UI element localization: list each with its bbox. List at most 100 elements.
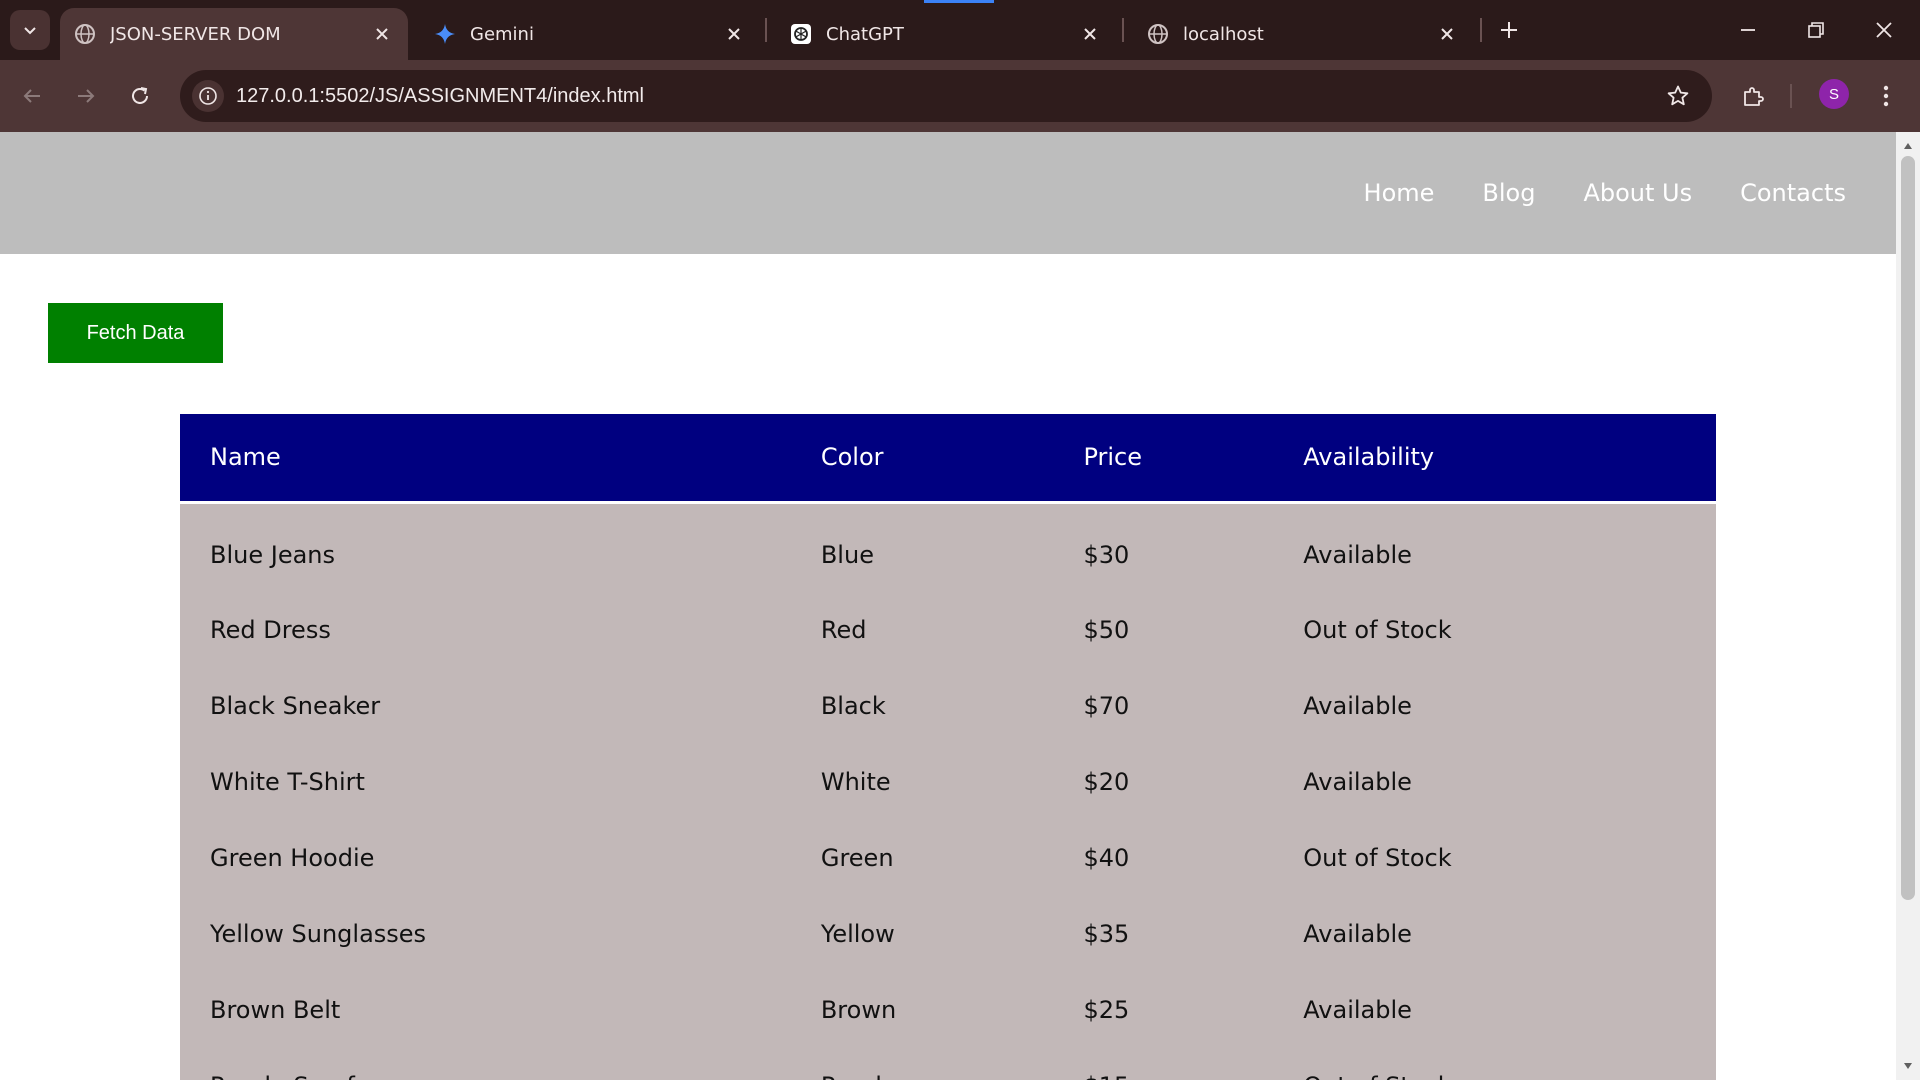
restore-button[interactable]: [1796, 10, 1836, 50]
info-icon: [199, 87, 217, 105]
cell-color: Brown: [820, 996, 897, 1024]
cell-color: Yellow: [820, 920, 895, 948]
minimize-icon: [1741, 29, 1755, 31]
table-row: Yellow Sunglasses Yellow $35 Available: [180, 896, 1716, 972]
table-row: Brown Belt Brown $25 Available: [180, 972, 1716, 1048]
table-row: White T-Shirt White $20 Available: [180, 744, 1716, 820]
cell-availability: Available: [1303, 920, 1412, 948]
table-header-row: Name Color Price Availability: [180, 414, 1716, 504]
tab-json-server-dom[interactable]: JSON-SERVER DOM: [60, 8, 408, 60]
tab-chatgpt[interactable]: ChatGPT: [776, 8, 1116, 60]
tab-localhost[interactable]: localhost: [1133, 8, 1473, 60]
reload-button[interactable]: [122, 78, 158, 114]
page-scrollbar[interactable]: [1896, 132, 1920, 1080]
cell-price: $35: [1083, 920, 1130, 948]
tab-title: JSON-SERVER DOM: [110, 23, 281, 45]
cell-availability: Available: [1303, 996, 1412, 1024]
plus-icon: [1501, 22, 1517, 38]
arrow-right-icon: [78, 89, 95, 103]
cell-availability: Available: [1303, 692, 1412, 720]
cell-color: Black: [820, 692, 886, 720]
cell-availability: Available: [1303, 768, 1412, 796]
page-viewport: Home Blog About Us Contacts Fetch Data N…: [0, 132, 1896, 1080]
triangle-down-icon: [1904, 1063, 1912, 1069]
site-info-button[interactable]: [192, 80, 224, 112]
table-row: Blue Jeans Blue $30 Available: [180, 502, 1716, 592]
scrollbar-thumb[interactable]: [1901, 156, 1915, 900]
cell-availability: Available: [1303, 540, 1412, 569]
close-icon: [1876, 22, 1892, 38]
table-body: Blue Jeans Blue $30 Available Red Dress Red $5…: [180, 502, 1716, 1080]
close-icon[interactable]: [370, 22, 394, 46]
site-header: Home Blog About Us Contacts: [0, 132, 1896, 254]
table-row: Red Dress Red $50 Out of Stock: [180, 592, 1716, 668]
tab-title: ChatGPT: [826, 23, 904, 45]
table-row: Green Hoodie Green $40 Out of Stock: [180, 820, 1716, 896]
cell-name: Yellow Sunglasses: [210, 920, 427, 948]
scroll-down-arrow[interactable]: [1896, 1058, 1920, 1074]
globe-icon: [1147, 23, 1169, 45]
column-header-price: Price: [1053, 414, 1274, 504]
cell-availability: Out of Stock: [1273, 1048, 1716, 1080]
toolbar: 127.0.0.1:5502/JS/ASSIGNMENT4/index.html…: [0, 60, 1920, 132]
cell-price: $20: [1083, 768, 1130, 796]
products-table: Name Color Price Availability Blue Jeans…: [180, 414, 1716, 1080]
table-header: Name Color Price Availability: [180, 414, 1716, 504]
tab-separator: [1480, 18, 1482, 42]
cell-availability: Out of Stock: [1303, 616, 1452, 644]
cell-name: Black Sneaker: [210, 692, 381, 720]
close-window-button[interactable]: [1864, 10, 1904, 50]
reload-icon: [132, 87, 148, 104]
profile-avatar[interactable]: S: [1819, 79, 1849, 109]
bookmark-star-button[interactable]: [1664, 82, 1692, 110]
table-row: Black Sneaker Black $70 Available: [180, 668, 1716, 744]
fetch-data-button[interactable]: Fetch Data: [48, 303, 223, 363]
chevron-down-icon: [24, 27, 36, 35]
tab-title: localhost: [1183, 23, 1264, 45]
tab-gemini[interactable]: Gemini: [420, 8, 760, 60]
cell-price: $15: [1053, 1048, 1273, 1080]
nav-link-about-us[interactable]: About Us: [1583, 179, 1692, 207]
url-text[interactable]: 127.0.0.1:5502/JS/ASSIGNMENT4/index.html: [236, 70, 644, 122]
star-icon: [1667, 85, 1689, 106]
scroll-up-arrow[interactable]: [1896, 138, 1920, 154]
close-icon[interactable]: [722, 22, 746, 46]
cell-price: $25: [1083, 996, 1130, 1024]
column-header-availability: Availability: [1273, 414, 1716, 504]
browser-menu-button[interactable]: [1870, 78, 1902, 114]
back-button[interactable]: [14, 78, 50, 114]
puzzle-icon: [1744, 87, 1764, 106]
close-icon[interactable]: [1435, 22, 1459, 46]
column-header-name: Name: [180, 414, 791, 504]
triangle-up-icon: [1904, 143, 1912, 149]
tab-separator: [1122, 18, 1124, 42]
nav-link-home[interactable]: Home: [1364, 179, 1435, 207]
cell-name: White T-Shirt: [210, 768, 365, 796]
cell-price: $30: [1083, 540, 1130, 569]
extensions-button[interactable]: [1735, 78, 1771, 114]
tab-separator: [765, 18, 767, 42]
cell-price: $50: [1083, 616, 1130, 644]
cell-name: Purple Scarf: [180, 1048, 791, 1080]
cell-price: $40: [1083, 844, 1130, 872]
cell-color: Red: [820, 616, 867, 644]
cell-color: White: [820, 768, 891, 796]
arrow-left-icon: [23, 89, 40, 103]
tab-search-button[interactable]: [10, 10, 50, 50]
forward-button[interactable]: [68, 78, 104, 114]
cell-price: $70: [1083, 692, 1130, 720]
tab-loading-indicator: [924, 0, 994, 3]
new-tab-button[interactable]: [1493, 14, 1525, 46]
address-bar[interactable]: 127.0.0.1:5502/JS/ASSIGNMENT4/index.html: [180, 70, 1712, 122]
nav-link-contacts[interactable]: Contacts: [1740, 179, 1846, 207]
cell-name: Red Dress: [210, 616, 331, 644]
cell-color: Blue: [820, 540, 874, 569]
restore-icon: [1808, 22, 1824, 38]
cell-color: Green: [820, 844, 894, 872]
close-icon[interactable]: [1078, 22, 1102, 46]
globe-icon: [74, 23, 96, 45]
tab-title: Gemini: [470, 23, 534, 45]
minimize-button[interactable]: [1728, 10, 1768, 50]
toolbar-separator: [1790, 84, 1792, 108]
nav-link-blog[interactable]: Blog: [1482, 179, 1535, 207]
